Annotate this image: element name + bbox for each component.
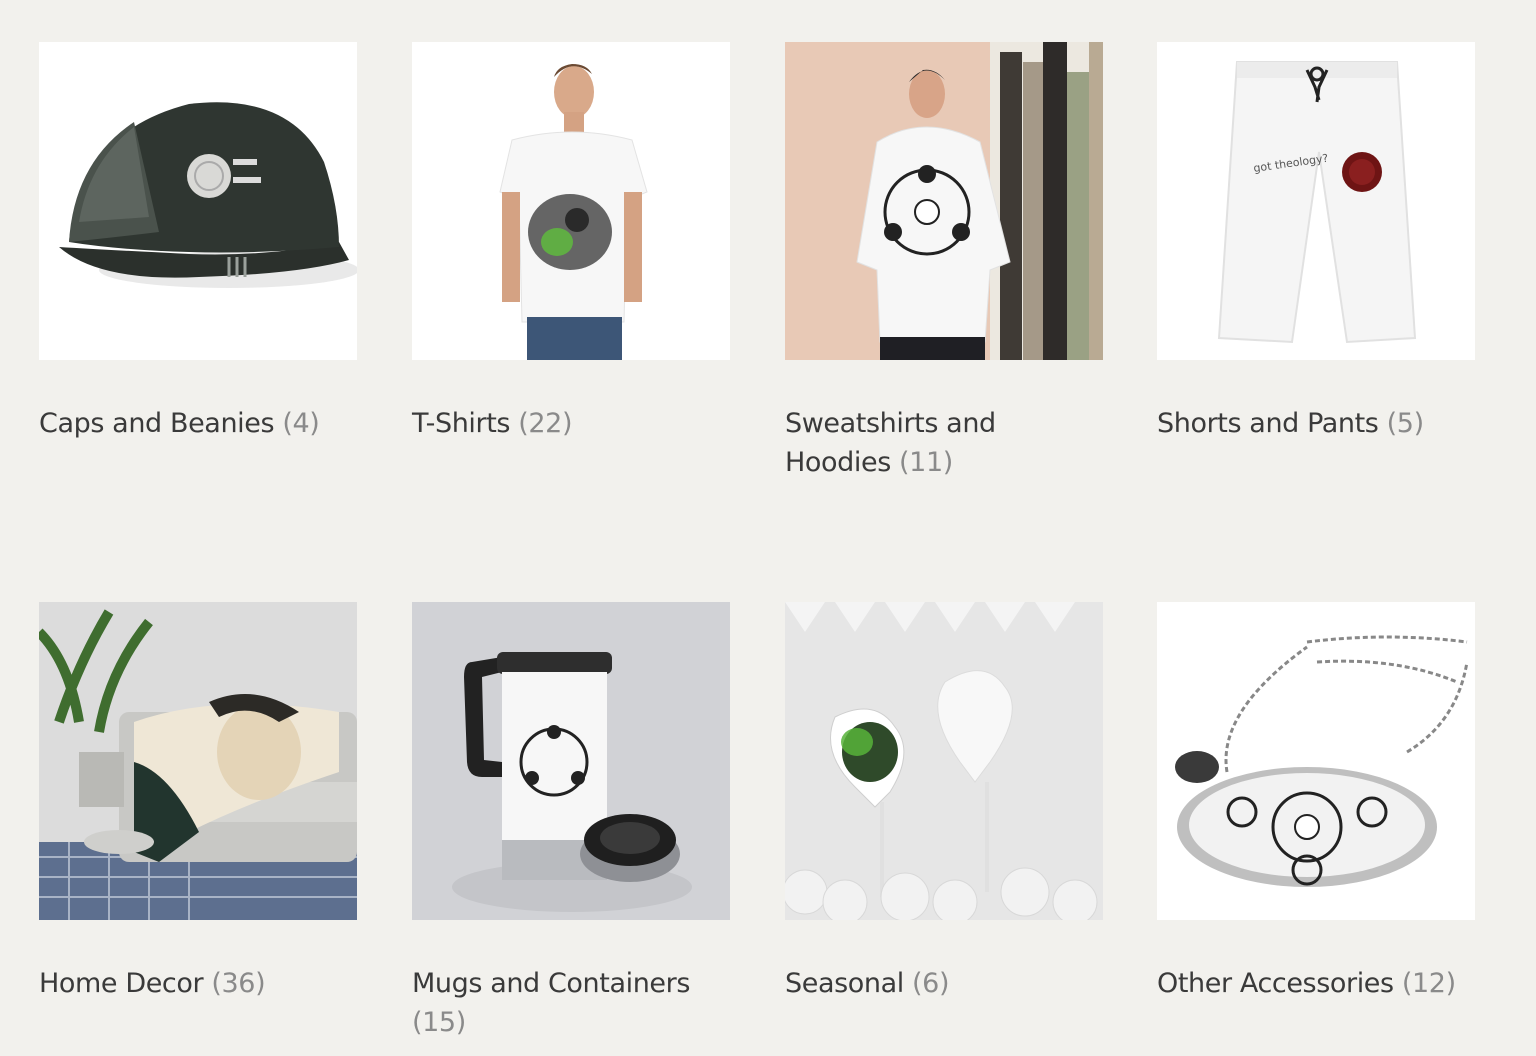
category-title[interactable]: T-Shirts (22) xyxy=(412,404,730,443)
tshirt-product-image[interactable] xyxy=(412,42,730,360)
category-title[interactable]: Seasonal (6) xyxy=(785,964,1103,1003)
category-seasonal[interactable]: Seasonal (6) xyxy=(785,602,1103,1003)
category-shorts-and-pants[interactable]: got theology? Shorts and Pants (5) xyxy=(1157,42,1475,443)
category-count: (36) xyxy=(211,968,266,999)
category-title[interactable]: Home Decor (36) xyxy=(39,964,357,1003)
category-title[interactable]: Other Accessories (12) xyxy=(1157,964,1475,1003)
category-grid: Caps and Beanies (4) T-Shirts (22) Sweat… xyxy=(0,0,1536,1056)
mug-product-image[interactable] xyxy=(412,602,730,920)
category-name[interactable]: Caps and Beanies xyxy=(39,408,275,439)
category-other-accessories[interactable]: Other Accessories (12) xyxy=(1157,602,1475,1003)
balloon-product-image[interactable] xyxy=(785,602,1103,920)
category-count: (6) xyxy=(912,968,950,999)
category-count: (5) xyxy=(1386,408,1424,439)
category-count: (22) xyxy=(518,408,573,439)
category-name[interactable]: Home Decor xyxy=(39,968,204,999)
category-count: (4) xyxy=(282,408,320,439)
category-t-shirts[interactable]: T-Shirts (22) xyxy=(412,42,730,443)
category-count: (12) xyxy=(1401,968,1456,999)
category-mugs-and-containers[interactable]: Mugs and Containers (15) xyxy=(412,602,730,1042)
category-name[interactable]: Mugs and Containers xyxy=(412,968,690,999)
necklace-product-image[interactable] xyxy=(1157,602,1475,920)
category-name[interactable]: T-Shirts xyxy=(412,408,510,439)
category-sweatshirts-and-hoodies[interactable]: Sweatshirts and Hoodies (11) xyxy=(785,42,1103,482)
blanket-product-image[interactable] xyxy=(39,602,357,920)
category-count: (11) xyxy=(899,447,953,478)
category-title[interactable]: Sweatshirts and Hoodies (11) xyxy=(785,404,1103,482)
category-title[interactable]: Shorts and Pants (5) xyxy=(1157,404,1475,443)
category-title[interactable]: Caps and Beanies (4) xyxy=(39,404,357,443)
category-home-decor[interactable]: Home Decor (36) xyxy=(39,602,357,1003)
category-name[interactable]: Other Accessories xyxy=(1157,968,1394,999)
category-name[interactable]: Seasonal xyxy=(785,968,904,999)
hoodie-product-image[interactable] xyxy=(785,42,1103,360)
category-count: (15) xyxy=(412,1007,466,1038)
category-name[interactable]: Sweatshirts and Hoodies xyxy=(785,408,996,478)
cap-product-image[interactable] xyxy=(39,42,357,360)
category-caps-and-beanies[interactable]: Caps and Beanies (4) xyxy=(39,42,357,443)
category-title[interactable]: Mugs and Containers (15) xyxy=(412,964,730,1042)
category-name[interactable]: Shorts and Pants xyxy=(1157,408,1379,439)
pants-product-image[interactable]: got theology? xyxy=(1157,42,1475,360)
